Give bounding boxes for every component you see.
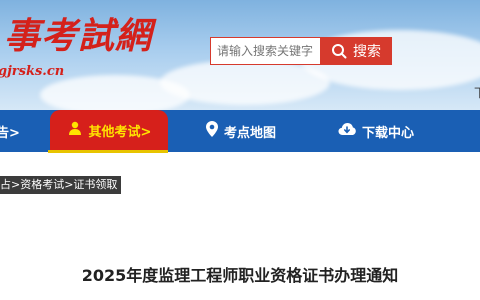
top-right-link[interactable]: 下 [474,84,480,101]
nav-item-label: 其他考试> [88,124,152,140]
nav-item-exam-map[interactable]: 考点地图 [206,110,276,152]
search-input[interactable] [211,38,320,64]
user-icon [67,120,83,140]
cloud-download-icon [338,122,356,140]
nav-item-download-center[interactable]: 下载中心 [338,110,414,152]
page-title: 2025年度监理工程师职业资格证书办理通知 [81,266,399,285]
nav-item-notice[interactable]: 告> [0,110,20,152]
nav-item-label: 告> [0,125,20,141]
site-logo-url: gjrsks.cn [0,64,65,79]
map-pin-icon [206,121,218,141]
breadcrumb[interactable]: 占>资格考试>证书领取 [0,176,122,194]
site-logo[interactable]: 事考試網 [4,16,152,56]
search-field[interactable] [210,37,320,65]
search-button-label: 搜索 [353,44,381,60]
nav-item-label: 考点地图 [224,125,277,141]
banner-cloud [40,75,190,110]
search-icon [331,43,347,59]
nav-active-indicator [48,150,168,153]
nav-item-other-exams[interactable]: 其他考试> [50,110,168,150]
nav-item-label: 下载中心 [362,125,415,141]
search-button[interactable]: 搜索 [320,37,392,65]
main-nav: 告> 其他考试> 考点地图 下载中心 [0,110,480,152]
